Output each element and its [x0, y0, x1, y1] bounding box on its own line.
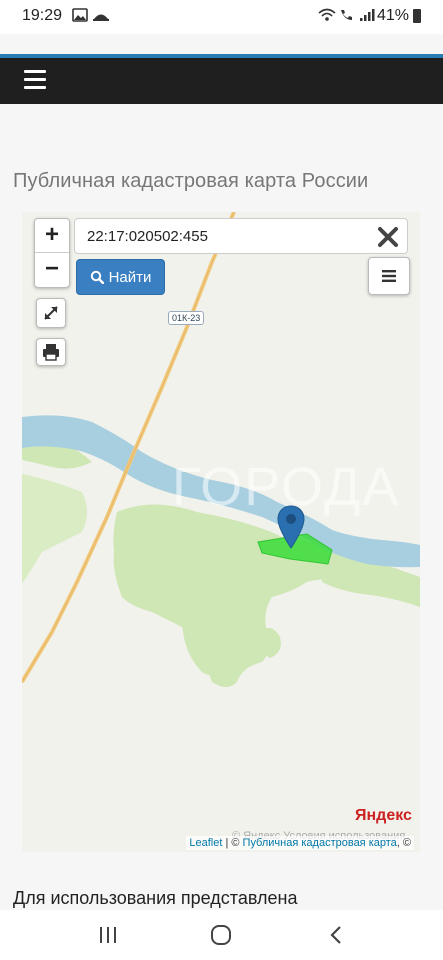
layers-menu-button[interactable]	[368, 257, 410, 295]
recent-apps-icon[interactable]	[96, 924, 120, 946]
signal-icon	[360, 9, 375, 21]
cadastral-map[interactable]: ГОРОДА 01К-23 + − Найти Яндекс © Яндекс …	[22, 212, 420, 852]
road-label: 01К-23	[168, 311, 205, 325]
map-canvas	[22, 212, 420, 687]
find-button[interactable]: Найти	[76, 259, 165, 295]
call-icon	[341, 10, 352, 20]
info-text: Для использования представлена	[13, 888, 298, 908]
leaflet-link[interactable]: Leaflet	[189, 837, 222, 849]
find-button-label: Найти	[108, 268, 152, 286]
map-attribution: Leaflet | © Публичная кадастровая карта,…	[186, 836, 414, 850]
menu-icon[interactable]	[24, 70, 46, 90]
status-bar: 19:29 41%	[0, 0, 443, 34]
clear-search-icon[interactable]	[375, 224, 401, 250]
status-time: 19:29	[22, 7, 63, 24]
list-icon	[382, 270, 396, 282]
gallery-icon	[72, 8, 88, 22]
zoom-in-button[interactable]: +	[35, 219, 69, 253]
page-title: Публичная кадастровая карта России	[13, 170, 369, 192]
back-icon[interactable]	[325, 924, 349, 946]
search-icon	[90, 270, 104, 284]
cadastral-map-link[interactable]: Публичная кадастровая карта	[243, 837, 397, 849]
home-icon[interactable]	[209, 924, 233, 946]
print-icon	[43, 344, 59, 361]
fullscreen-button[interactable]	[36, 298, 66, 328]
print-button[interactable]	[36, 338, 66, 366]
yandex-logo: Яндекс	[355, 807, 412, 824]
battery-percent: 41%	[376, 7, 409, 24]
wifi-icon	[318, 8, 336, 21]
expand-icon	[44, 306, 58, 320]
app-header	[0, 58, 443, 104]
cadastral-number-input[interactable]	[85, 227, 369, 246]
zoom-control: + −	[34, 218, 70, 288]
weather-icon	[93, 14, 109, 21]
map-watermark: ГОРОДА	[172, 457, 401, 517]
cadastral-search-box	[74, 218, 408, 254]
zoom-out-button[interactable]: −	[35, 253, 69, 287]
battery-icon	[413, 9, 421, 23]
android-nav-bar	[0, 910, 443, 960]
